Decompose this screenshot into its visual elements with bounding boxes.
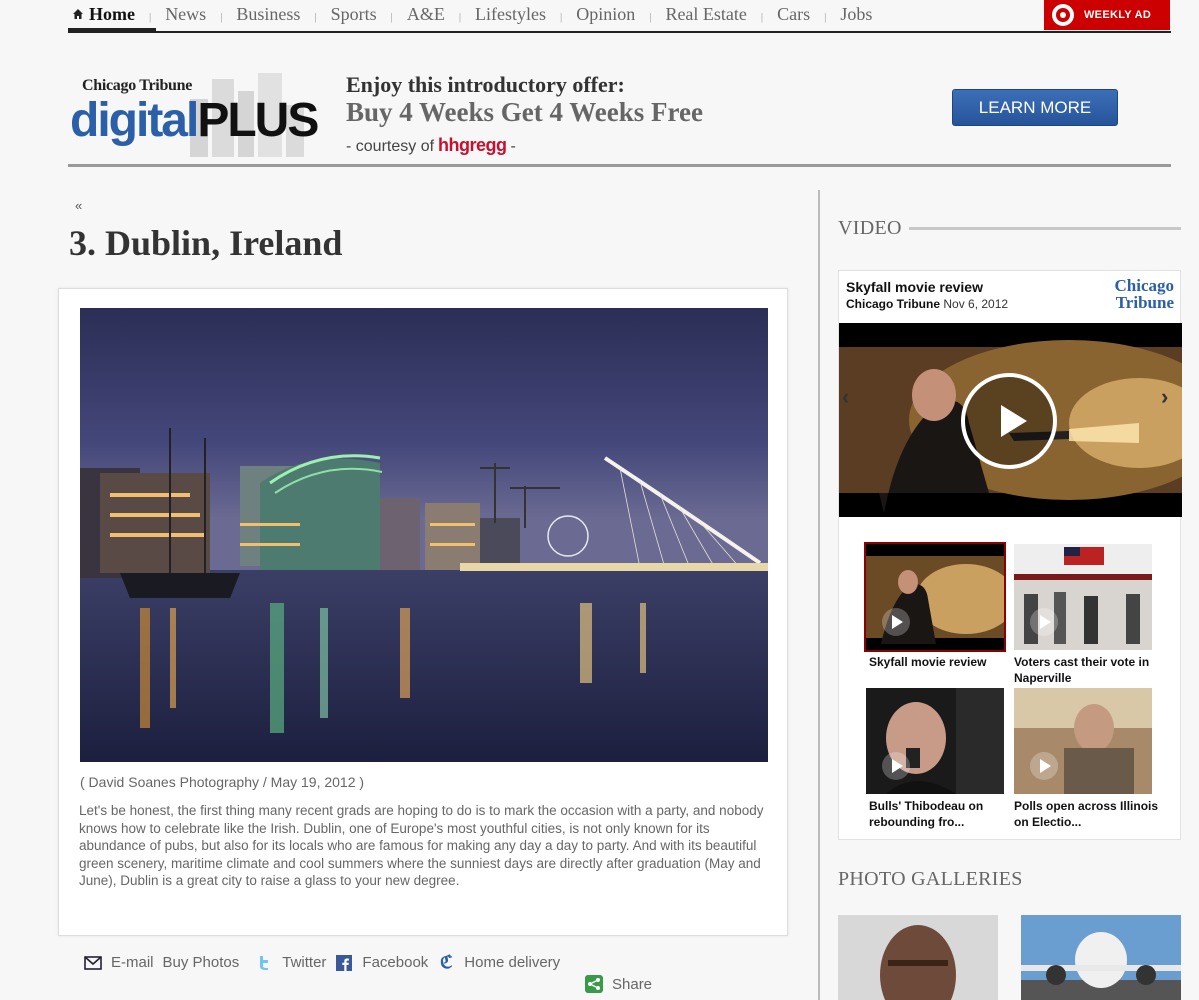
photo-card: ( David Soanes Photography / May 19, 201… <box>58 288 788 936</box>
video-thumb-skyfall[interactable] <box>864 542 1006 652</box>
home-icon <box>73 8 83 19</box>
top-navigation: Home | News | Business | Sports | A&E | … <box>68 0 1171 34</box>
nav-separator: | <box>824 10 827 23</box>
nav-item-business[interactable]: Business <box>236 4 300 25</box>
sponsor-logo: hhgregg <box>438 135 507 155</box>
video-thumb-caption[interactable]: Bulls' Thibodeau on rebounding fro... <box>869 798 1019 830</box>
email-label: E-mail <box>111 954 154 971</box>
video-thumb-caption[interactable]: Voters cast their vote in Naperville <box>1014 654 1164 686</box>
nav-item-jobs[interactable]: Jobs <box>840 4 872 25</box>
nav-separator: | <box>314 10 317 23</box>
weekly-ad-button[interactable]: WEEKLY AD <box>1044 0 1170 30</box>
gallery-thumb-mugshot[interactable] <box>838 915 998 1000</box>
nav-separator: | <box>760 10 764 23</box>
dublin-night-image <box>80 308 768 762</box>
nav-item-home[interactable]: Home <box>72 4 135 25</box>
next-arrow-icon[interactable]: › <box>1161 384 1168 410</box>
nav-item-cars[interactable]: Cars <box>777 4 810 25</box>
buy-photos-label: Buy Photos <box>162 954 240 971</box>
video-thumb-thibodeau[interactable] <box>866 688 1004 794</box>
facebook-icon <box>335 954 353 971</box>
nav-separator: | <box>458 10 462 23</box>
nav-item-sports[interactable]: Sports <box>331 4 377 25</box>
dublin-photo[interactable] <box>80 308 768 762</box>
video-player[interactable] <box>839 323 1182 517</box>
promo-divider <box>68 164 1171 167</box>
video-section-rule <box>909 227 1181 230</box>
courtesy-text: - courtesy of <box>346 138 435 155</box>
logo-digital-plus: digitalPLUS <box>70 94 319 147</box>
nav-separator: | <box>220 10 223 23</box>
video-thumb-caption[interactable]: Skyfall movie review <box>869 654 1019 670</box>
target-logo-icon <box>1052 4 1074 26</box>
chicago-tribune-logo: Chicago Tribune <box>1114 276 1175 312</box>
offer-sponsor-line: - courtesy of hhgregg - <box>346 135 516 156</box>
video-title[interactable]: Skyfall movie review <box>846 279 983 295</box>
twitter-link[interactable]: Twitter <box>255 954 326 971</box>
video-thumb-voters[interactable] <box>1014 544 1152 650</box>
article-title: 3. Dublin, Ireland <box>69 223 343 263</box>
buy-photos-link[interactable]: Buy Photos <box>163 954 240 971</box>
share-label: Share <box>612 975 653 993</box>
back-link[interactable]: « <box>75 198 82 213</box>
share-toolbar: E-mail Buy Photos Twitter Facebook ℭ Hom… <box>84 952 569 972</box>
nav-separator: | <box>148 10 152 23</box>
nav-separator: | <box>649 10 652 23</box>
twitter-icon <box>255 955 273 971</box>
nav-separator: | <box>560 10 563 23</box>
facebook-link[interactable]: Facebook <box>335 954 428 971</box>
video-meta: Chicago Tribune Nov 6, 2012 <box>846 297 1008 311</box>
offer-intro: Enjoy this introductory offer: <box>346 72 625 97</box>
video-thumb-caption[interactable]: Polls open across Illinois on Electio... <box>1014 798 1164 830</box>
facebook-label: Facebook <box>362 954 429 971</box>
share-button[interactable]: Share <box>585 975 652 993</box>
column-divider <box>818 190 820 1000</box>
email-link[interactable]: E-mail <box>84 954 154 971</box>
nav-item-news[interactable]: News <box>165 4 206 25</box>
tribune-t-icon: ℭ <box>439 952 453 972</box>
video-date: Nov 6, 2012 <box>943 297 1009 311</box>
video-source: Chicago Tribune <box>846 297 941 311</box>
nav-item-lifestyles[interactable]: Lifestyles <box>475 4 546 25</box>
digital-plus-logo[interactable]: Chicago Tribune digitalPLUS <box>70 69 319 159</box>
nav-separator: | <box>390 10 393 23</box>
digital-plus-promo: Chicago Tribune digitalPLUS Enjoy this i… <box>68 55 1171 167</box>
article-body: Let's be honest, the first thing many re… <box>79 803 764 888</box>
nav-item-real-estate[interactable]: Real Estate <box>665 4 746 25</box>
courtesy-dash: - <box>510 138 516 155</box>
home-delivery-link[interactable]: ℭ Home delivery <box>437 952 561 972</box>
learn-more-button[interactable]: LEARN MORE <box>952 89 1118 126</box>
video-thumb-polls[interactable] <box>1014 688 1152 794</box>
nav-item-opinion[interactable]: Opinion <box>576 4 635 25</box>
photo-galleries-title: PHOTO GALLERIES <box>838 868 1023 890</box>
weekly-ad-label: WEEKLY AD <box>1084 9 1152 21</box>
prev-arrow-icon[interactable]: ‹ <box>842 384 849 410</box>
nav-item-ae[interactable]: A&E <box>407 4 445 25</box>
share-icon <box>585 975 603 993</box>
envelope-icon <box>84 955 102 971</box>
video-section-title: VIDEO <box>838 217 902 239</box>
nav-list: Home | News | Business | Sports | A&E | … <box>72 4 872 25</box>
twitter-label: Twitter <box>282 954 327 971</box>
nav-label-home: Home <box>89 4 135 24</box>
gallery-thumb-airplane[interactable] <box>1021 915 1181 1000</box>
play-icon[interactable] <box>961 373 1057 469</box>
nav-divider <box>68 31 1171 33</box>
photo-caption: ( David Soanes Photography / May 19, 201… <box>80 774 365 790</box>
offer-headline: Buy 4 Weeks Get 4 Weeks Free <box>346 97 703 127</box>
home-delivery-label: Home delivery <box>464 954 561 971</box>
